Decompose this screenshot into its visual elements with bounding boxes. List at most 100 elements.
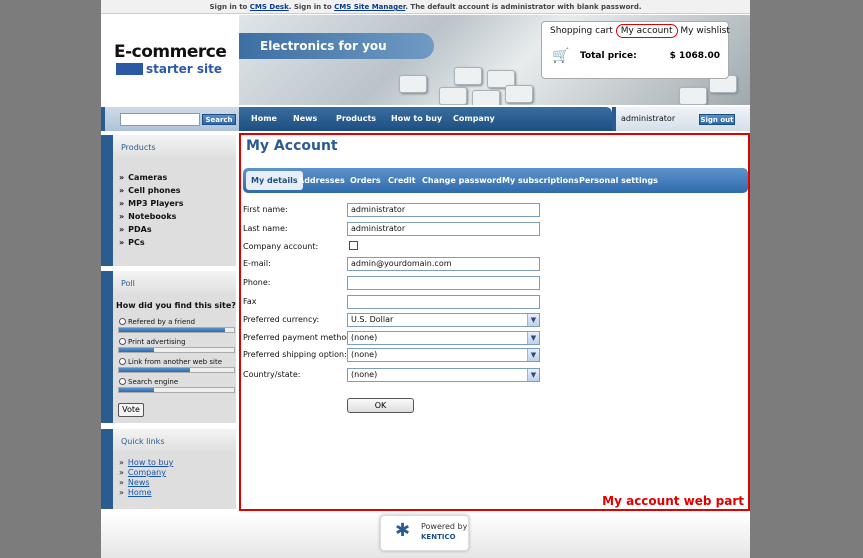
- poll-option-label: Print advertising: [128, 338, 186, 346]
- currency-label: Preferred currency:: [243, 315, 320, 324]
- quick-link-home[interactable]: Home: [119, 488, 152, 497]
- total-price-label: Total price:: [580, 51, 637, 61]
- search-button[interactable]: Search: [202, 114, 236, 125]
- poll-bar: [118, 387, 235, 393]
- currency-select[interactable]: U.S. Dollar ▼: [347, 313, 540, 327]
- nav-products[interactable]: Products: [336, 107, 376, 131]
- poll-bar-fill: [119, 388, 154, 392]
- cart-icon[interactable]: 🛒: [552, 48, 569, 64]
- logo-line2: starter site: [143, 61, 223, 77]
- currency-value: U.S. Dollar: [351, 315, 394, 324]
- country-select[interactable]: (none) ▼: [347, 368, 540, 382]
- keyboard-key: [439, 87, 467, 105]
- user-bar: administrator Sign out: [612, 107, 750, 131]
- my-account-link[interactable]: My account: [615, 24, 678, 38]
- shipping-option-label: Preferred shipping option:: [243, 350, 347, 359]
- product-cameras[interactable]: Cameras: [119, 173, 167, 182]
- payment-method-label: Preferred payment method:: [243, 333, 355, 342]
- quick-link-news[interactable]: News: [119, 478, 150, 487]
- product-mp3-players[interactable]: MP3 Players: [119, 199, 183, 208]
- first-name-field[interactable]: administrator: [347, 203, 540, 217]
- poll-option-label: Search engine: [128, 378, 179, 386]
- site-logo[interactable]: E-commerce starter site: [101, 15, 239, 105]
- poll-bar: [118, 327, 235, 333]
- tab-my-details[interactable]: My details: [246, 171, 303, 190]
- chevron-down-icon[interactable]: ▼: [527, 349, 539, 361]
- tab-my-subscriptions[interactable]: My subscriptions: [502, 168, 579, 193]
- quick-links-box: Quick links How to buy Company News Home: [101, 429, 236, 509]
- quick-links-heading: Quick links: [113, 429, 236, 453]
- radio-icon[interactable]: [119, 318, 126, 325]
- poll-bar: [118, 367, 235, 373]
- cms-site-manager-link[interactable]: CMS Site Manager: [334, 3, 405, 11]
- poll-bar-fill: [119, 348, 154, 352]
- company-account-label: Company account:: [243, 242, 319, 251]
- nav-home[interactable]: Home: [251, 107, 277, 131]
- ok-button[interactable]: OK: [347, 398, 414, 413]
- poll-option[interactable]: Link from another web site: [119, 358, 222, 366]
- poll-bar-fill: [119, 328, 225, 332]
- kentico-logo-icon: ✱: [395, 520, 411, 541]
- search-input[interactable]: [120, 113, 200, 126]
- footer: ✱ Powered by KENTICO: [101, 513, 750, 558]
- search-box: Search: [101, 107, 239, 131]
- nav-company[interactable]: Company: [453, 107, 495, 131]
- product-pdas[interactable]: PDAs: [119, 225, 151, 234]
- tab-orders[interactable]: Orders: [350, 168, 381, 193]
- last-name-label: Last name:: [243, 224, 288, 233]
- signin-text-2: . Sign in to: [288, 3, 335, 11]
- page-title: My Account: [246, 138, 338, 154]
- product-pcs[interactable]: PCs: [119, 238, 145, 247]
- product-notebooks[interactable]: Notebooks: [119, 212, 176, 221]
- product-cell-phones[interactable]: Cell phones: [119, 186, 180, 195]
- nav-news[interactable]: News: [293, 107, 317, 131]
- hero-banner: Electronics for you Shopping cart My acc…: [239, 15, 750, 105]
- fax-label: Fax: [243, 297, 257, 306]
- keyboard-key: [472, 90, 500, 105]
- last-name-field[interactable]: administrator: [347, 222, 540, 236]
- main-nav: Home News Products How to buy Company: [239, 107, 612, 131]
- company-account-checkbox[interactable]: [349, 241, 358, 250]
- hero-tagline: Electronics for you: [239, 33, 434, 59]
- poll-option[interactable]: Print advertising: [119, 338, 186, 346]
- payment-method-select[interactable]: (none) ▼: [347, 331, 540, 345]
- kentico-brand: KENTICO: [421, 533, 456, 541]
- fax-field[interactable]: [347, 295, 540, 309]
- account-tabs: My details Addresses Orders Credit Chang…: [243, 168, 748, 193]
- poll-question: How did you find this site?: [116, 301, 236, 310]
- chevron-down-icon[interactable]: ▼: [527, 369, 539, 381]
- radio-icon[interactable]: [119, 378, 126, 385]
- shopping-cart-link[interactable]: Shopping cart: [550, 26, 613, 36]
- signin-bar: Sign in to CMS Desk. Sign in to CMS Site…: [101, 0, 750, 14]
- poll-bar: [118, 347, 235, 353]
- powered-by-kentico-badge[interactable]: ✱ Powered by KENTICO: [380, 515, 469, 551]
- email-field[interactable]: admin@yourdomain.com: [347, 257, 540, 271]
- chevron-down-icon[interactable]: ▼: [527, 314, 539, 326]
- poll-bar-fill: [119, 368, 191, 372]
- poll-option[interactable]: Refered by a friend: [119, 318, 195, 326]
- quick-link-how-to-buy[interactable]: How to buy: [119, 458, 173, 467]
- logo-bar: starter site: [116, 61, 223, 77]
- country-value: (none): [351, 370, 378, 379]
- tab-change-password[interactable]: Change password: [422, 168, 502, 193]
- my-wishlist-link[interactable]: My wishlist: [680, 26, 729, 36]
- shipping-option-select[interactable]: (none) ▼: [347, 348, 540, 362]
- powered-by-text: Powered by: [421, 522, 468, 531]
- nav-how-to-buy[interactable]: How to buy: [391, 107, 442, 131]
- vote-button[interactable]: Vote: [118, 403, 144, 417]
- radio-icon[interactable]: [119, 358, 126, 365]
- payment-method-value: (none): [351, 333, 378, 342]
- tab-personal-settings[interactable]: Personal settings: [579, 168, 658, 193]
- sign-out-button[interactable]: Sign out: [699, 114, 735, 125]
- total-price-value: $ 1068.00: [669, 51, 720, 61]
- cms-desk-link[interactable]: CMS Desk: [250, 3, 289, 11]
- webpart-label: My account web part: [602, 494, 744, 508]
- poll-option[interactable]: Search engine: [119, 378, 178, 386]
- default-account-note: . The default account is administrator w…: [405, 3, 642, 11]
- tab-credit[interactable]: Credit: [388, 168, 416, 193]
- tab-addresses[interactable]: Addresses: [298, 168, 345, 193]
- chevron-down-icon[interactable]: ▼: [527, 332, 539, 344]
- radio-icon[interactable]: [119, 338, 126, 345]
- quick-link-company[interactable]: Company: [119, 468, 166, 477]
- phone-field[interactable]: [347, 276, 540, 290]
